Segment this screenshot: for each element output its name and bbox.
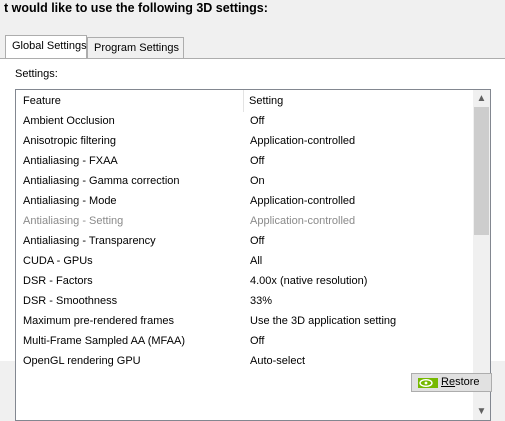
setting-value[interactable]: Off: [250, 335, 264, 347]
list-item[interactable]: Ambient Occlusion Off: [16, 112, 474, 132]
tab-program-settings[interactable]: Program Settings: [87, 37, 184, 58]
settings-label: Settings:: [15, 68, 58, 80]
list-item[interactable]: OpenGL rendering GPU Auto-select: [16, 352, 474, 372]
list-item[interactable]: DSR - Smoothness 33%: [16, 292, 474, 312]
list-item[interactable]: Anisotropic filtering Application-control…: [16, 132, 474, 152]
setting-value[interactable]: All: [250, 255, 262, 267]
scroll-up-icon[interactable]: ▲: [473, 90, 490, 107]
setting-value[interactable]: Use the 3D application setting: [250, 315, 396, 327]
feature-name: CUDA - GPUs: [23, 255, 93, 267]
feature-name: DSR - Smoothness: [23, 295, 118, 307]
setting-value[interactable]: Application-controlled: [250, 135, 355, 147]
setting-value[interactable]: Off: [250, 115, 264, 127]
page-heading: t would like to use the following 3D set…: [4, 1, 268, 15]
restore-button[interactable]: Restore: [411, 373, 492, 392]
feature-name: Antialiasing - Mode: [23, 195, 117, 207]
settings-panel: Settings: Feature Setting Ambient Occlus…: [0, 58, 505, 421]
feature-name: Antialiasing - Gamma correction: [23, 175, 180, 187]
feature-name: Antialiasing - FXAA: [23, 155, 118, 167]
setting-value[interactable]: 33%: [250, 295, 272, 307]
setting-value[interactable]: On: [250, 175, 265, 187]
scrollbar-thumb[interactable]: [474, 107, 489, 235]
list-item[interactable]: Multi-Frame Sampled AA (MFAA) Off: [16, 332, 474, 352]
settings-list: Feature Setting Ambient Occlusion Off Anis…: [15, 89, 491, 421]
feature-name: Multi-Frame Sampled AA (MFAA): [23, 335, 185, 347]
list-item[interactable]: Antialiasing - Gamma correction On: [16, 172, 474, 192]
nvidia-logo-icon: [418, 378, 438, 388]
setting-value[interactable]: Off: [250, 155, 264, 167]
setting-value[interactable]: Off: [250, 235, 264, 247]
list-header: Feature Setting: [16, 90, 474, 112]
list-item[interactable]: Antialiasing - Transparency Off: [16, 232, 474, 252]
feature-name: OpenGL rendering GPU: [23, 355, 141, 367]
list-item[interactable]: Antialiasing - Setting Application-contro…: [16, 212, 474, 232]
list-item[interactable]: Maximum pre-rendered frames Use the 3D ap…: [16, 312, 474, 332]
feature-name: Maximum pre-rendered frames: [23, 315, 174, 327]
scroll-down-icon[interactable]: ▼: [473, 403, 490, 420]
list-item[interactable]: CUDA - GPUs All: [16, 252, 474, 272]
setting-value[interactable]: Application-controlled: [250, 215, 355, 227]
setting-value[interactable]: 4.00x (native resolution): [250, 275, 367, 287]
feature-name: Antialiasing - Transparency: [23, 235, 156, 247]
feature-name: DSR - Factors: [23, 275, 93, 287]
feature-name: Antialiasing - Setting: [23, 215, 124, 227]
setting-value[interactable]: Application-controlled: [250, 195, 355, 207]
column-header-feature[interactable]: Feature: [23, 95, 61, 107]
list-item[interactable]: Antialiasing - Mode Application-controlle…: [16, 192, 474, 212]
feature-name: Ambient Occlusion: [23, 115, 115, 127]
list-item[interactable]: Antialiasing - FXAA Off: [16, 152, 474, 172]
list-item[interactable]: DSR - Factors 4.00x (native resolution): [16, 272, 474, 292]
tab-global-settings[interactable]: Global Settings: [5, 35, 87, 58]
restore-button-label: Restore: [441, 376, 480, 388]
column-divider[interactable]: [243, 90, 244, 112]
setting-value[interactable]: Auto-select: [250, 355, 305, 367]
column-header-setting[interactable]: Setting: [249, 95, 283, 107]
vertical-scrollbar[interactable]: ▲ ▼: [473, 90, 490, 420]
feature-name: Anisotropic filtering: [23, 135, 116, 147]
